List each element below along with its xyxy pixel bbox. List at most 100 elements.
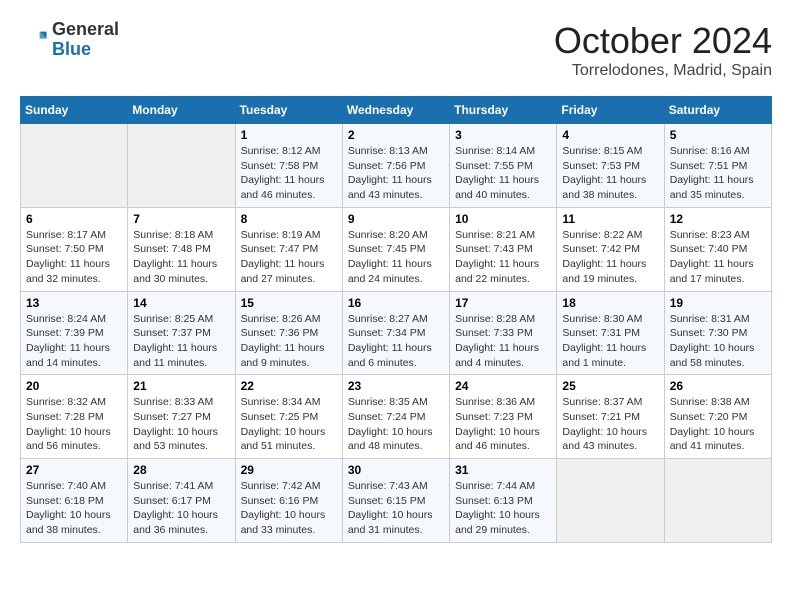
- calendar-cell: [664, 459, 771, 543]
- day-info: Sunrise: 8:20 AM Sunset: 7:45 PM Dayligh…: [348, 228, 444, 287]
- day-info: Sunrise: 8:38 AM Sunset: 7:20 PM Dayligh…: [670, 395, 766, 454]
- day-number: 29: [241, 463, 337, 477]
- calendar-cell: 7 Sunrise: 8:18 AM Sunset: 7:48 PM Daylig…: [128, 207, 235, 291]
- col-header-wednesday: Wednesday: [342, 97, 449, 124]
- day-info: Sunrise: 8:12 AM Sunset: 7:58 PM Dayligh…: [241, 144, 337, 203]
- day-info: Sunrise: 7:42 AM Sunset: 6:16 PM Dayligh…: [241, 479, 337, 538]
- calendar-cell: 4 Sunrise: 8:15 AM Sunset: 7:53 PM Daylig…: [557, 124, 664, 208]
- day-info: Sunrise: 7:43 AM Sunset: 6:15 PM Dayligh…: [348, 479, 444, 538]
- calendar-cell: [21, 124, 128, 208]
- day-info: Sunrise: 8:16 AM Sunset: 7:51 PM Dayligh…: [670, 144, 766, 203]
- day-number: 26: [670, 379, 766, 393]
- calendar-table: SundayMondayTuesdayWednesdayThursdayFrid…: [20, 96, 772, 543]
- col-header-sunday: Sunday: [21, 97, 128, 124]
- day-number: 8: [241, 212, 337, 226]
- day-info: Sunrise: 7:41 AM Sunset: 6:17 PM Dayligh…: [133, 479, 229, 538]
- day-info: Sunrise: 8:33 AM Sunset: 7:27 PM Dayligh…: [133, 395, 229, 454]
- day-info: Sunrise: 8:37 AM Sunset: 7:21 PM Dayligh…: [562, 395, 658, 454]
- calendar-week-5: 27 Sunrise: 7:40 AM Sunset: 6:18 PM Dayli…: [21, 459, 772, 543]
- calendar-week-4: 20 Sunrise: 8:32 AM Sunset: 7:28 PM Dayli…: [21, 375, 772, 459]
- calendar-cell: 10 Sunrise: 8:21 AM Sunset: 7:43 PM Dayli…: [450, 207, 557, 291]
- day-info: Sunrise: 8:27 AM Sunset: 7:34 PM Dayligh…: [348, 312, 444, 371]
- col-header-tuesday: Tuesday: [235, 97, 342, 124]
- calendar-cell: 20 Sunrise: 8:32 AM Sunset: 7:28 PM Dayli…: [21, 375, 128, 459]
- col-header-saturday: Saturday: [664, 97, 771, 124]
- calendar-cell: 31 Sunrise: 7:44 AM Sunset: 6:13 PM Dayli…: [450, 459, 557, 543]
- day-number: 27: [26, 463, 122, 477]
- day-info: Sunrise: 8:19 AM Sunset: 7:47 PM Dayligh…: [241, 228, 337, 287]
- calendar-week-1: 1Sunrise: 8:12 AM Sunset: 7:58 PM Daylig…: [21, 124, 772, 208]
- title-block: October 2024 Torrelodones, Madrid, Spain: [554, 20, 772, 80]
- calendar-cell: 16Sunrise: 8:27 AM Sunset: 7:34 PM Dayli…: [342, 291, 449, 375]
- day-info: Sunrise: 8:22 AM Sunset: 7:42 PM Dayligh…: [562, 228, 658, 287]
- calendar-week-2: 6 Sunrise: 8:17 AM Sunset: 7:50 PM Daylig…: [21, 207, 772, 291]
- day-number: 22: [241, 379, 337, 393]
- day-number: 31: [455, 463, 551, 477]
- calendar-cell: 23 Sunrise: 8:35 AM Sunset: 7:24 PM Dayli…: [342, 375, 449, 459]
- calendar-cell: 8 Sunrise: 8:19 AM Sunset: 7:47 PM Daylig…: [235, 207, 342, 291]
- day-info: Sunrise: 8:31 AM Sunset: 7:30 PM Dayligh…: [670, 312, 766, 371]
- day-info: Sunrise: 8:13 AM Sunset: 7:56 PM Dayligh…: [348, 144, 444, 203]
- day-number: 28: [133, 463, 229, 477]
- calendar-week-3: 13 Sunrise: 8:24 AM Sunset: 7:39 PM Dayli…: [21, 291, 772, 375]
- day-number: 9: [348, 212, 444, 226]
- day-number: 6: [26, 212, 122, 226]
- logo: General Blue: [20, 20, 119, 60]
- month-title: October 2024: [554, 20, 772, 62]
- day-info: Sunrise: 8:34 AM Sunset: 7:25 PM Dayligh…: [241, 395, 337, 454]
- col-header-thursday: Thursday: [450, 97, 557, 124]
- day-info: Sunrise: 8:36 AM Sunset: 7:23 PM Dayligh…: [455, 395, 551, 454]
- day-info: Sunrise: 8:35 AM Sunset: 7:24 PM Dayligh…: [348, 395, 444, 454]
- day-info: Sunrise: 8:28 AM Sunset: 7:33 PM Dayligh…: [455, 312, 551, 371]
- day-info: Sunrise: 8:32 AM Sunset: 7:28 PM Dayligh…: [26, 395, 122, 454]
- day-info: Sunrise: 8:18 AM Sunset: 7:48 PM Dayligh…: [133, 228, 229, 287]
- day-number: 17: [455, 296, 551, 310]
- day-number: 3: [455, 128, 551, 142]
- calendar-cell: 1Sunrise: 8:12 AM Sunset: 7:58 PM Daylig…: [235, 124, 342, 208]
- calendar-cell: [128, 124, 235, 208]
- calendar-cell: 26 Sunrise: 8:38 AM Sunset: 7:20 PM Dayli…: [664, 375, 771, 459]
- calendar-cell: 22 Sunrise: 8:34 AM Sunset: 7:25 PM Dayli…: [235, 375, 342, 459]
- day-number: 4: [562, 128, 658, 142]
- calendar-cell: 21 Sunrise: 8:33 AM Sunset: 7:27 PM Dayli…: [128, 375, 235, 459]
- calendar-cell: 17 Sunrise: 8:28 AM Sunset: 7:33 PM Dayli…: [450, 291, 557, 375]
- day-number: 23: [348, 379, 444, 393]
- day-info: Sunrise: 8:15 AM Sunset: 7:53 PM Dayligh…: [562, 144, 658, 203]
- calendar-cell: 12 Sunrise: 8:23 AM Sunset: 7:40 PM Dayli…: [664, 207, 771, 291]
- calendar-header-row: SundayMondayTuesdayWednesdayThursdayFrid…: [21, 97, 772, 124]
- day-number: 19: [670, 296, 766, 310]
- calendar-cell: 29 Sunrise: 7:42 AM Sunset: 6:16 PM Dayli…: [235, 459, 342, 543]
- day-number: 2: [348, 128, 444, 142]
- logo-general: General: [52, 19, 119, 39]
- calendar-cell: [557, 459, 664, 543]
- day-info: Sunrise: 8:21 AM Sunset: 7:43 PM Dayligh…: [455, 228, 551, 287]
- day-info: Sunrise: 8:26 AM Sunset: 7:36 PM Dayligh…: [241, 312, 337, 371]
- day-number: 13: [26, 296, 122, 310]
- day-number: 10: [455, 212, 551, 226]
- day-info: Sunrise: 8:17 AM Sunset: 7:50 PM Dayligh…: [26, 228, 122, 287]
- day-info: Sunrise: 8:24 AM Sunset: 7:39 PM Dayligh…: [26, 312, 122, 371]
- calendar-cell: 19 Sunrise: 8:31 AM Sunset: 7:30 PM Dayli…: [664, 291, 771, 375]
- calendar-cell: 25 Sunrise: 8:37 AM Sunset: 7:21 PM Dayli…: [557, 375, 664, 459]
- day-number: 20: [26, 379, 122, 393]
- day-number: 11: [562, 212, 658, 226]
- calendar-cell: 9 Sunrise: 8:20 AM Sunset: 7:45 PM Daylig…: [342, 207, 449, 291]
- calendar-cell: 18Sunrise: 8:30 AM Sunset: 7:31 PM Dayli…: [557, 291, 664, 375]
- day-number: 30: [348, 463, 444, 477]
- calendar-cell: 6 Sunrise: 8:17 AM Sunset: 7:50 PM Daylig…: [21, 207, 128, 291]
- day-number: 25: [562, 379, 658, 393]
- calendar-cell: 15Sunrise: 8:26 AM Sunset: 7:36 PM Dayli…: [235, 291, 342, 375]
- day-info: Sunrise: 7:44 AM Sunset: 6:13 PM Dayligh…: [455, 479, 551, 538]
- col-header-monday: Monday: [128, 97, 235, 124]
- day-number: 12: [670, 212, 766, 226]
- day-info: Sunrise: 7:40 AM Sunset: 6:18 PM Dayligh…: [26, 479, 122, 538]
- logo-blue: Blue: [52, 39, 91, 59]
- day-number: 7: [133, 212, 229, 226]
- calendar-cell: 30 Sunrise: 7:43 AM Sunset: 6:15 PM Dayli…: [342, 459, 449, 543]
- calendar-cell: 28 Sunrise: 7:41 AM Sunset: 6:17 PM Dayli…: [128, 459, 235, 543]
- logo-icon: [20, 26, 48, 54]
- day-info: Sunrise: 8:23 AM Sunset: 7:40 PM Dayligh…: [670, 228, 766, 287]
- day-number: 21: [133, 379, 229, 393]
- logo-text: General Blue: [52, 20, 119, 60]
- calendar-cell: 2 Sunrise: 8:13 AM Sunset: 7:56 PM Daylig…: [342, 124, 449, 208]
